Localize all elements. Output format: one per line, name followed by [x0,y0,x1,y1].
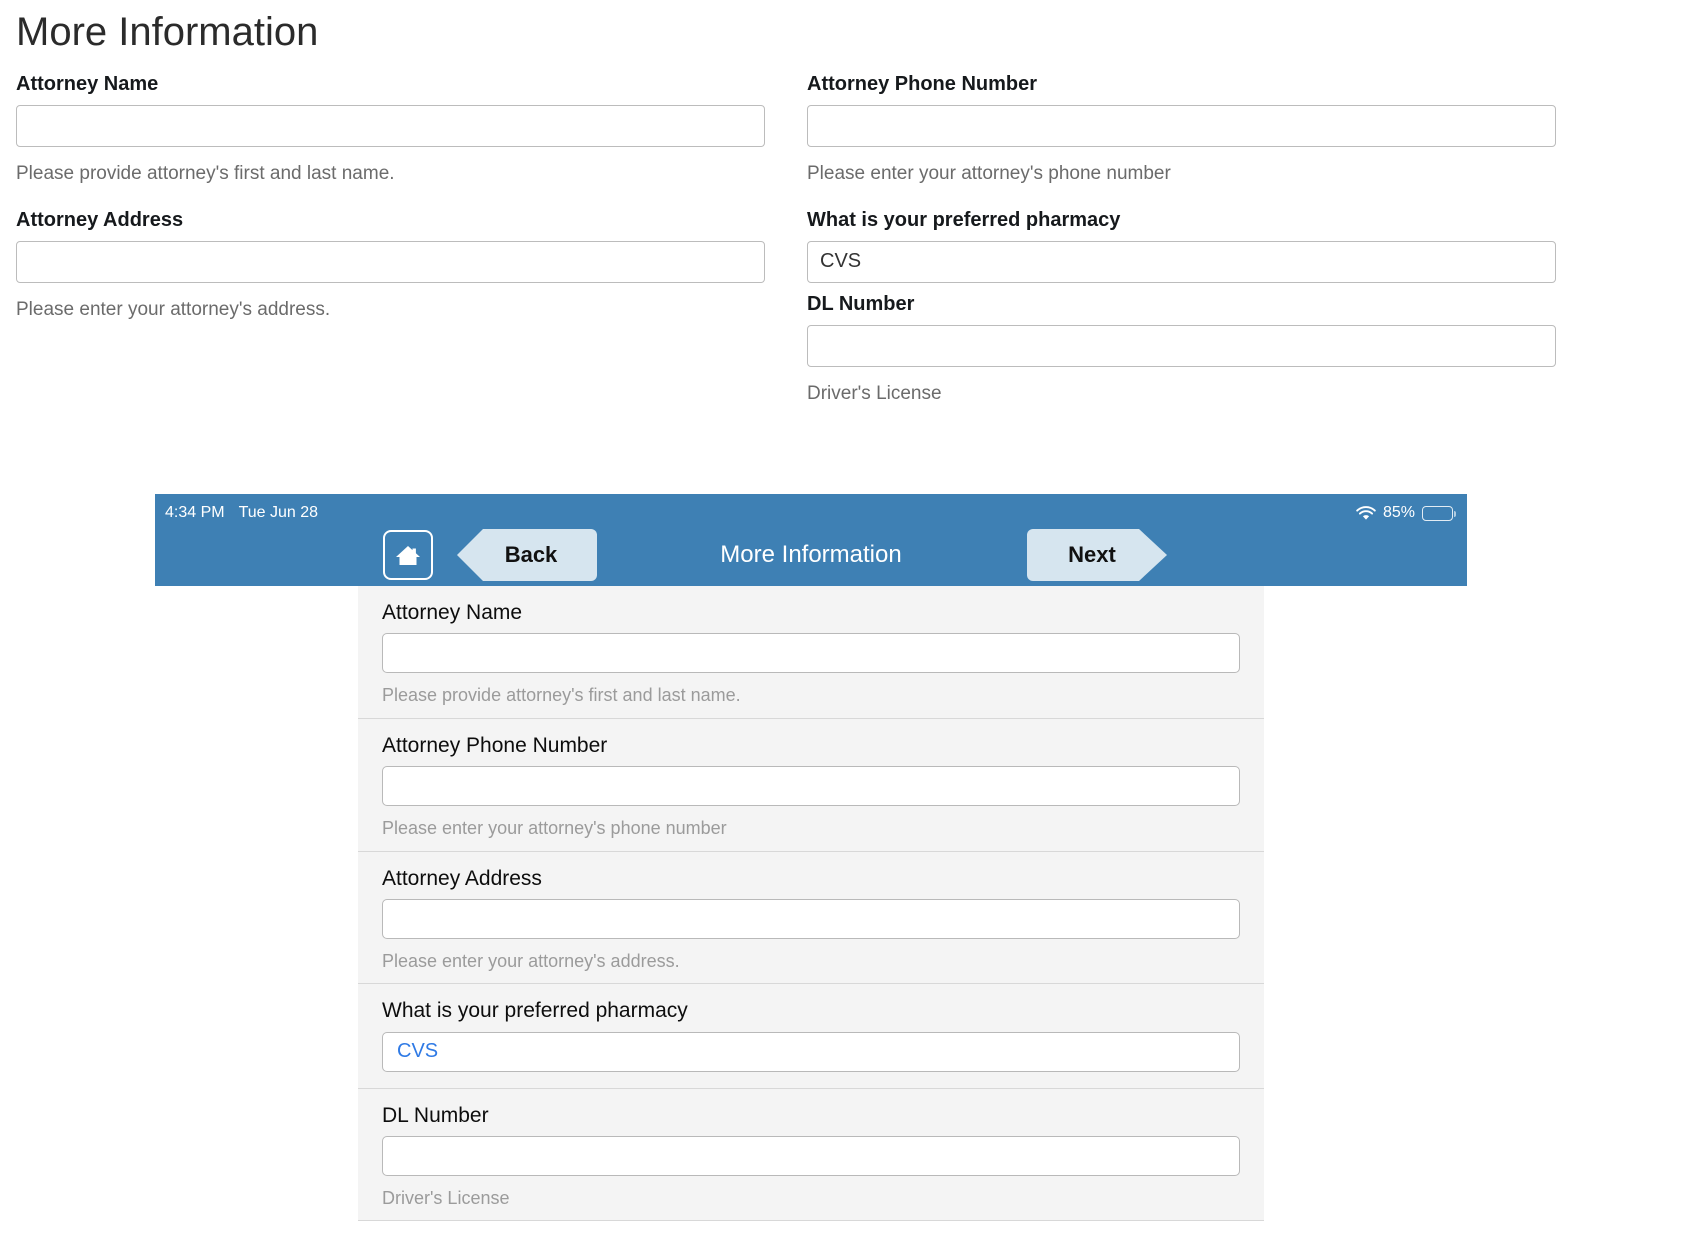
field-help-text: Please enter your attorney's phone numbe… [807,163,1171,184]
row-help-text: Driver's License [382,1187,510,1208]
row-label: DL Number [382,1103,489,1127]
row-label: What is your preferred pharmacy [382,999,688,1023]
attorney-phone-input[interactable] [807,105,1556,147]
page-title: More Information [16,10,319,54]
ipad-screenshot: 4:34 PM Tue Jun 28 85% Back More Informa… [155,494,1467,1258]
status-bar-right: 85% [1356,504,1456,522]
battery-icon [1422,505,1456,521]
battery-percent-label: 85% [1382,504,1415,521]
row-label: Attorney Name [382,601,523,624]
row-help-text: Please enter your attorney's phone numbe… [382,817,727,838]
form-column-left: Attorney Name Please provide attorney's … [16,72,765,344]
preferred-pharmacy-input[interactable] [807,240,1556,283]
row-label: Attorney Address [382,866,542,890]
field-label: Attorney Phone Number [807,73,1038,95]
next-button[interactable]: Next [1027,529,1167,581]
form-column-right: Attorney Phone Number Please enter your … [807,72,1556,428]
row-help-text: Please provide attorney's first and last… [382,685,741,706]
field-attorney-address: Attorney Address Please enter your attor… [16,208,765,322]
form-row: Attorney Address Please enter your attor… [358,851,1264,985]
ipad-form-body: Attorney Name Please provide attorney's … [155,586,1467,1258]
status-bar-left: 4:34 PM Tue Jun 28 [165,504,318,522]
home-button[interactable] [383,530,433,580]
ipad-dl-number-input[interactable] [382,1135,1240,1176]
ipad-form-list: Attorney Name Please provide attorney's … [358,586,1264,1222]
field-attorney-phone: Attorney Phone Number Please enter your … [807,72,1556,186]
field-label: Attorney Name [16,73,159,95]
dl-number-input[interactable] [807,324,1556,367]
web-form-preview: More Information Attorney Name Please pr… [0,10,1688,502]
ipad-attorney-phone-input[interactable] [382,765,1240,806]
field-attorney-name: Attorney Name Please provide attorney's … [16,72,765,186]
form-row: Attorney Name Please provide attorney's … [358,586,1264,719]
field-help-text: Driver's License [807,382,942,404]
row-label: Attorney Phone Number [382,733,608,757]
ipad-top-bar: 4:34 PM Tue Jun 28 85% Back More Informa… [155,494,1467,586]
form-row: Attorney Phone Number Please enter your … [358,718,1264,852]
field-help-text: Please provide attorney's first and last… [16,163,395,184]
nav-title: More Information [720,541,902,568]
field-label: Attorney Address [16,208,184,231]
attorney-address-input[interactable] [16,240,765,283]
field-help-text: Please enter your attorney's address. [16,298,331,320]
ipad-attorney-name-input[interactable] [382,633,1240,674]
form-row: DL Number Driver's License [358,1088,1264,1222]
form-columns: Attorney Name Please provide attorney's … [16,72,1672,428]
ipad-preferred-pharmacy-input[interactable] [382,1031,1240,1072]
home-icon [395,543,421,567]
status-time: 4:34 PM [165,504,225,521]
ipad-attorney-address-input[interactable] [382,898,1240,939]
row-help-text: Please enter your attorney's address. [382,950,680,971]
form-row: What is your preferred pharmacy [358,984,1264,1089]
field-label: DL Number [807,292,915,315]
wifi-icon [1356,505,1376,521]
nav-bar: Back More Information Next [155,524,1467,586]
attorney-name-input[interactable] [16,105,765,147]
back-button[interactable]: Back [457,529,597,581]
field-dl-number: DL Number Driver's License [807,292,1556,406]
status-bar: 4:34 PM Tue Jun 28 85% [155,502,1467,524]
field-label: What is your preferred pharmacy [807,208,1121,231]
status-date: Tue Jun 28 [238,504,319,521]
field-preferred-pharmacy: What is your preferred pharmacy [807,208,1556,292]
